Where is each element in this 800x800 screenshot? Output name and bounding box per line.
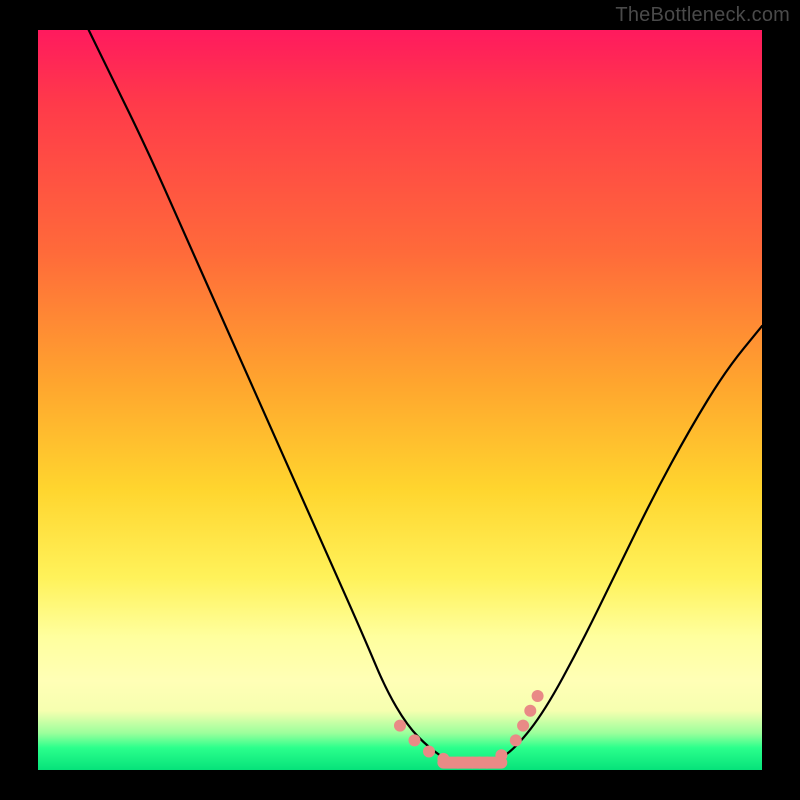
highlight-dot bbox=[481, 757, 493, 769]
watermark-text: TheBottleneck.com bbox=[615, 4, 790, 27]
highlight-dot bbox=[423, 746, 435, 758]
highlight-dot bbox=[510, 734, 522, 746]
highlight-dot bbox=[532, 690, 544, 702]
highlight-dot bbox=[437, 753, 449, 765]
highlight-dot bbox=[524, 705, 536, 717]
highlight-dot bbox=[517, 720, 529, 732]
highlight-dot bbox=[394, 720, 406, 732]
plot-area bbox=[38, 30, 762, 770]
bottleneck-curve bbox=[89, 30, 762, 763]
highlight-dot bbox=[495, 749, 507, 761]
highlight-dot bbox=[409, 734, 421, 746]
chart-frame: TheBottleneck.com bbox=[0, 0, 800, 800]
highlight-markers bbox=[394, 690, 544, 769]
curve-layer bbox=[38, 30, 762, 770]
highlight-dot bbox=[452, 757, 464, 769]
